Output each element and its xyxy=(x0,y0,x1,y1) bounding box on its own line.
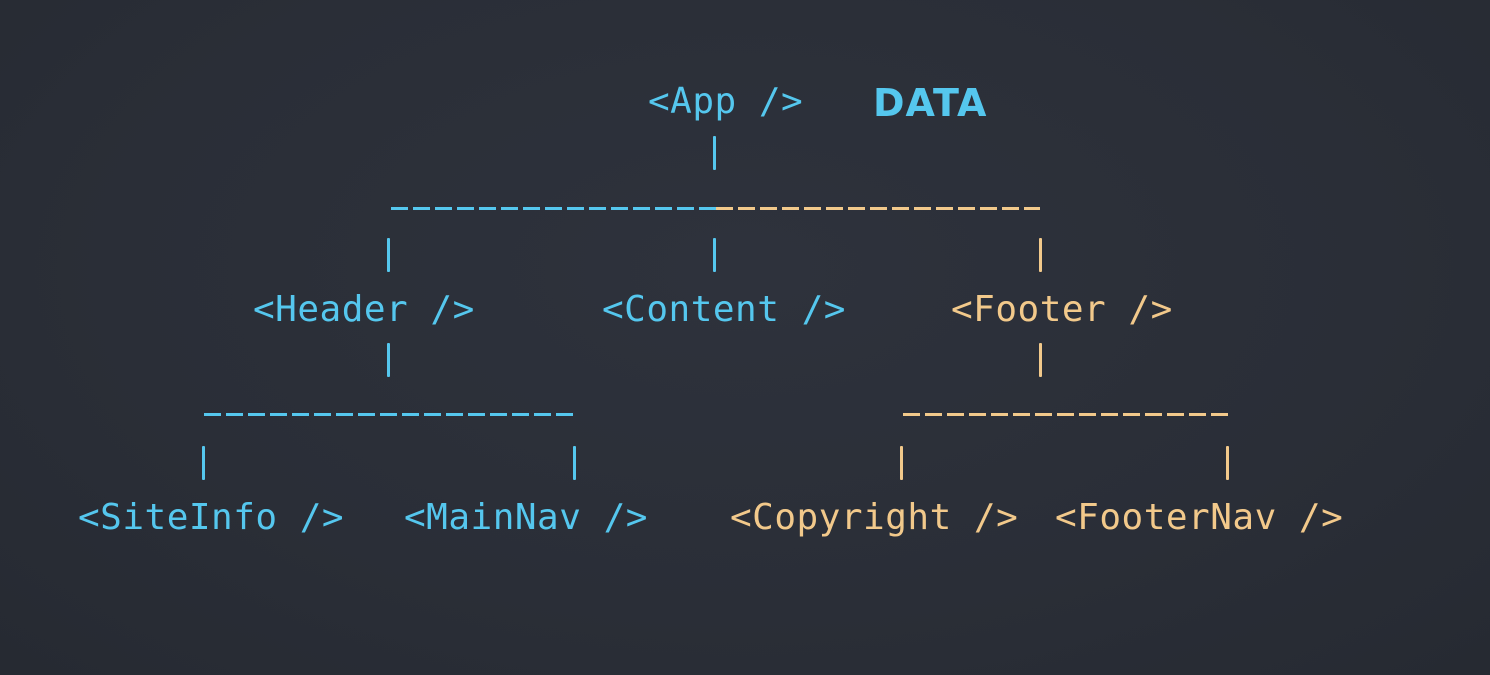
node-footer: <Footer /> xyxy=(951,289,1173,330)
node-content: <Content /> xyxy=(602,289,846,330)
connector-level1-left xyxy=(391,207,716,210)
node-app: <App /> xyxy=(648,81,804,122)
node-copyright: <Copyright /> xyxy=(730,497,1019,538)
component-tree-diagram: <App /> DATA <Header /> <Content /> <Foo… xyxy=(0,0,1490,675)
connector-header-down xyxy=(387,343,390,377)
connector-to-siteinfo xyxy=(202,446,205,480)
node-siteinfo: <SiteInfo /> xyxy=(78,497,345,538)
connector-level1-right xyxy=(716,207,1040,210)
node-header: <Header /> xyxy=(253,289,475,330)
connector-footer-children xyxy=(903,413,1228,416)
data-label: DATA xyxy=(873,81,988,125)
connector-app-down xyxy=(713,136,716,170)
connector-to-mainnav xyxy=(573,446,576,480)
connector-header-children xyxy=(204,413,576,416)
connector-footer-down xyxy=(1039,343,1042,377)
node-mainnav: <MainNav /> xyxy=(404,497,648,538)
connector-to-content xyxy=(713,238,716,272)
connector-to-copyright xyxy=(900,446,903,480)
node-footernav: <FooterNav /> xyxy=(1055,497,1344,538)
connector-to-header xyxy=(387,238,390,272)
connector-to-footer xyxy=(1039,238,1042,272)
connector-to-footernav xyxy=(1226,446,1229,480)
